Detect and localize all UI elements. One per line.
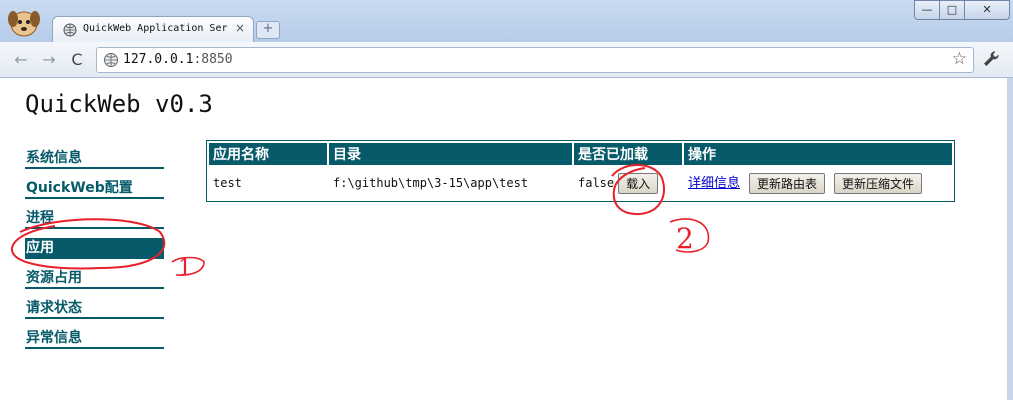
update-routes-button[interactable]: 更新路由表 xyxy=(749,173,826,194)
column-header-app-name: 应用名称 xyxy=(209,143,327,165)
back-arrow-icon[interactable]: ← xyxy=(12,51,30,69)
user-avatar-icon[interactable] xyxy=(6,4,42,40)
wrench-icon[interactable] xyxy=(982,50,1000,68)
app-loaded-cell: false 载入 xyxy=(574,167,682,199)
sidebar-item-system-info[interactable]: 系统信息 xyxy=(25,148,164,169)
url-host: 127.0.0.1 xyxy=(123,52,194,67)
app-name-cell: test xyxy=(213,176,242,190)
sidebar-item-process[interactable]: 进程 xyxy=(25,208,164,229)
address-bar[interactable]: 127.0.0.1:8850 ☆ xyxy=(96,47,974,73)
window-border xyxy=(1007,78,1013,400)
applications-table: 应用名称 目录 是否已加载 操作 test f:\github\tmp\3-15… xyxy=(206,140,955,202)
column-header-actions: 操作 xyxy=(684,143,952,165)
sidebar-nav: 系统信息 QuickWeb配置 进程 应用 资源占用 请求状态 异常信息 xyxy=(25,148,165,358)
tab-title: QuickWeb Application Ser xyxy=(83,23,228,34)
page-content: QuickWeb v0.3 系统信息 QuickWeb配置 进程 应用 资源占用… xyxy=(0,78,1008,400)
url-port: :8850 xyxy=(193,52,233,67)
url-text: 127.0.0.1:8850 xyxy=(123,52,233,67)
sidebar-item-request-status[interactable]: 请求状态 xyxy=(25,298,164,319)
detail-info-link[interactable]: 详细信息 xyxy=(688,176,740,191)
new-tab-button[interactable]: + xyxy=(256,21,280,39)
column-header-loaded: 是否已加载 xyxy=(574,143,682,165)
close-window-button[interactable]: ✕ xyxy=(964,0,1010,20)
update-compress-button[interactable]: 更新压缩文件 xyxy=(834,173,923,194)
minimize-button[interactable]: — xyxy=(914,0,940,20)
app-actions-cell: 详细信息 更新路由表 更新压缩文件 xyxy=(684,167,952,199)
sidebar-item-resource-usage[interactable]: 资源占用 xyxy=(25,268,164,289)
page-title: QuickWeb v0.3 xyxy=(25,90,213,118)
tab-close-icon[interactable]: × xyxy=(235,21,245,35)
table-header-row: 应用名称 目录 是否已加载 操作 xyxy=(209,143,952,165)
sidebar-item-applications[interactable]: 应用 xyxy=(25,238,164,259)
bookmark-star-icon[interactable]: ☆ xyxy=(952,49,967,69)
app-directory-cell: f:\github\tmp\3-15\app\test xyxy=(333,176,529,190)
sidebar-item-quickweb-config[interactable]: QuickWeb配置 xyxy=(25,178,164,199)
maximize-button[interactable]: □ xyxy=(939,0,965,20)
browser-titlebar: QuickWeb Application Ser × + — □ ✕ xyxy=(0,0,1013,43)
load-button[interactable]: 载入 xyxy=(618,172,659,194)
forward-arrow-icon[interactable]: → xyxy=(40,51,58,69)
sidebar-item-exception-info[interactable]: 异常信息 xyxy=(25,328,164,349)
page-globe-icon xyxy=(104,53,118,67)
column-header-directory: 目录 xyxy=(329,143,572,165)
globe-icon xyxy=(63,23,77,37)
browser-tab[interactable]: QuickWeb Application Ser × xyxy=(52,16,254,43)
table-row: test f:\github\tmp\3-15\app\test false 载入… xyxy=(209,167,952,199)
browser-toolbar: ← → C 127.0.0.1:8850 ☆ xyxy=(0,42,1013,78)
loaded-status: false xyxy=(578,175,615,190)
reload-icon[interactable]: C xyxy=(68,51,86,69)
